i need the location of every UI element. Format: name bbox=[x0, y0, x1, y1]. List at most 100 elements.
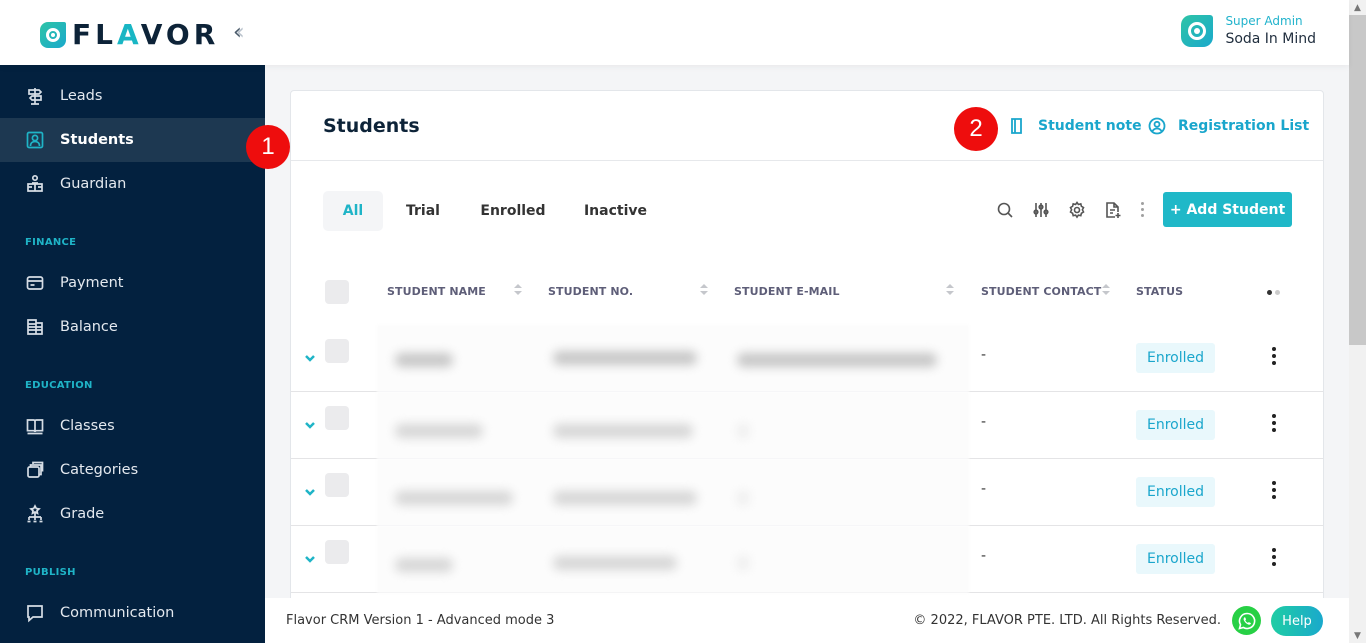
status-badge: Enrolled bbox=[1136, 477, 1215, 507]
sort-icon[interactable] bbox=[946, 283, 954, 297]
sort-icon[interactable] bbox=[514, 283, 522, 297]
help-button[interactable]: Help bbox=[1271, 606, 1323, 636]
table-row[interactable]: - Enrolled bbox=[291, 325, 1323, 392]
sidebar-item-categories[interactable]: Categories bbox=[0, 448, 265, 492]
sort-icon[interactable] bbox=[1102, 283, 1110, 297]
sidebar-item-students[interactable]: Students bbox=[0, 118, 265, 162]
scroll-thumb[interactable] bbox=[1349, 15, 1366, 345]
logo-text: FLAVOR bbox=[72, 18, 220, 51]
chevron-down-icon[interactable] bbox=[304, 550, 316, 563]
sidebar-item-label: Communication bbox=[60, 605, 175, 621]
students-card: Students Student note Registration List … bbox=[290, 90, 1324, 610]
version-text: Flavor CRM Version 1 - Advanced mode 3 bbox=[286, 613, 555, 628]
chat-icon bbox=[25, 603, 45, 623]
row-checkbox[interactable] bbox=[325, 473, 349, 497]
student-note-link[interactable]: Student note bbox=[1008, 117, 1142, 135]
row-actions-icon[interactable] bbox=[1272, 347, 1276, 365]
column-student-email[interactable]: STUDENT E-MAIL bbox=[734, 285, 840, 298]
student-icon bbox=[25, 130, 45, 150]
student-name-redacted bbox=[395, 353, 453, 367]
annotation-badge-2: 2 bbox=[954, 107, 998, 151]
scroll-up-arrow-icon[interactable]: ▲ bbox=[1349, 0, 1366, 15]
sidebar-item-guardian[interactable]: Guardian bbox=[0, 162, 265, 206]
row-checkbox[interactable] bbox=[325, 540, 349, 564]
sidebar-item-label: Categories bbox=[60, 462, 139, 478]
layers-icon bbox=[25, 460, 45, 480]
user-profile[interactable]: Super Admin Soda In Mind bbox=[1181, 14, 1316, 47]
page-title: Students bbox=[323, 115, 420, 137]
registration-list-link[interactable]: Registration List bbox=[1148, 117, 1309, 135]
student-email-redacted bbox=[737, 353, 937, 367]
chevron-down-icon[interactable] bbox=[304, 349, 316, 362]
column-status[interactable]: STATUS bbox=[1136, 285, 1183, 298]
whatsapp-icon bbox=[1237, 612, 1255, 630]
student-email-redacted bbox=[737, 424, 749, 438]
tab-trial[interactable]: Trial bbox=[383, 191, 463, 231]
student-contact: - bbox=[981, 414, 987, 430]
sidebar-item-label: Grade bbox=[60, 506, 105, 522]
export-document-icon[interactable] bbox=[1103, 200, 1123, 220]
column-student-name[interactable]: STUDENT NAME bbox=[387, 285, 486, 298]
scroll-down-arrow-icon[interactable]: ▼ bbox=[1349, 628, 1366, 643]
sidebar-item-communication[interactable]: Communication bbox=[0, 591, 265, 635]
row-actions-icon[interactable] bbox=[1272, 548, 1276, 566]
section-education: EDUCATION bbox=[25, 380, 93, 391]
whatsapp-button[interactable] bbox=[1232, 606, 1261, 635]
column-toggle-icon[interactable] bbox=[1267, 290, 1280, 295]
filter-sliders-icon[interactable] bbox=[1031, 200, 1051, 220]
student-name-redacted bbox=[395, 558, 453, 572]
sidebar-item-grade[interactable]: Grade bbox=[0, 492, 265, 536]
status-badge: Enrolled bbox=[1136, 544, 1215, 574]
avatar bbox=[1181, 14, 1214, 47]
add-student-button[interactable]: + Add Student bbox=[1163, 192, 1292, 227]
student-email-redacted bbox=[737, 556, 749, 570]
row-actions-icon[interactable] bbox=[1272, 481, 1276, 499]
more-vertical-icon[interactable] bbox=[1139, 200, 1145, 220]
sidebar-item-label: Classes bbox=[60, 418, 115, 434]
student-no-redacted bbox=[553, 556, 677, 570]
table-row[interactable]: - Enrolled bbox=[291, 526, 1323, 593]
row-actions-icon[interactable] bbox=[1272, 414, 1276, 432]
table-row[interactable]: - Enrolled bbox=[291, 459, 1323, 526]
sort-icon[interactable] bbox=[700, 283, 708, 297]
tab-all[interactable]: All bbox=[323, 191, 383, 231]
column-student-no[interactable]: STUDENT NO. bbox=[548, 285, 633, 298]
row-checkbox[interactable] bbox=[325, 406, 349, 430]
annotation-badge-1: 1 bbox=[246, 125, 290, 169]
search-icon[interactable] bbox=[995, 200, 1015, 220]
student-name-redacted bbox=[395, 424, 483, 438]
student-contact: - bbox=[981, 347, 987, 363]
student-name-redacted bbox=[395, 491, 513, 505]
column-student-contact[interactable]: STUDENT CONTACT bbox=[981, 285, 1101, 298]
student-note-label: Student note bbox=[1038, 118, 1142, 134]
chevron-down-icon[interactable] bbox=[304, 416, 316, 429]
collapse-sidebar-button[interactable]: ‹‹ bbox=[233, 20, 244, 45]
sidebar-item-classes[interactable]: Classes bbox=[0, 404, 265, 448]
section-publish: PUBLISH bbox=[25, 567, 76, 578]
notebook-icon bbox=[1011, 118, 1022, 134]
page-scrollbar[interactable]: ▲ ▼ bbox=[1349, 0, 1366, 643]
logo-mark-icon bbox=[40, 21, 66, 48]
tab-enrolled[interactable]: Enrolled bbox=[463, 191, 563, 231]
flavor-logo[interactable]: FLAVOR bbox=[40, 18, 219, 51]
student-email-redacted bbox=[737, 491, 749, 505]
signpost-icon bbox=[25, 86, 45, 106]
book-icon bbox=[25, 416, 45, 436]
sidebar-item-balance[interactable]: Balance bbox=[0, 305, 265, 349]
section-finance: FINANCE bbox=[25, 237, 77, 248]
table-row[interactable]: - Enrolled bbox=[291, 392, 1323, 459]
sidebar-item-leads[interactable]: Leads bbox=[0, 74, 265, 118]
footer: Flavor CRM Version 1 - Advanced mode 3 ©… bbox=[265, 598, 1349, 643]
gear-icon[interactable] bbox=[1067, 200, 1087, 220]
top-bar: FLAVOR ‹‹ Super Admin Soda In Mind bbox=[0, 0, 1349, 65]
chevron-down-icon[interactable] bbox=[304, 483, 316, 496]
row-checkbox[interactable] bbox=[325, 339, 349, 363]
sidebar-item-payment[interactable]: Payment bbox=[0, 261, 265, 305]
select-all-checkbox[interactable] bbox=[325, 280, 349, 304]
user-name: Soda In Mind bbox=[1225, 31, 1316, 47]
tab-inactive[interactable]: Inactive bbox=[563, 191, 668, 231]
status-tabs: All Trial Enrolled Inactive bbox=[323, 191, 668, 231]
sidebar-item-label: Guardian bbox=[60, 176, 127, 192]
student-contact: - bbox=[981, 548, 987, 564]
sidebar-item-label: Payment bbox=[60, 275, 124, 291]
